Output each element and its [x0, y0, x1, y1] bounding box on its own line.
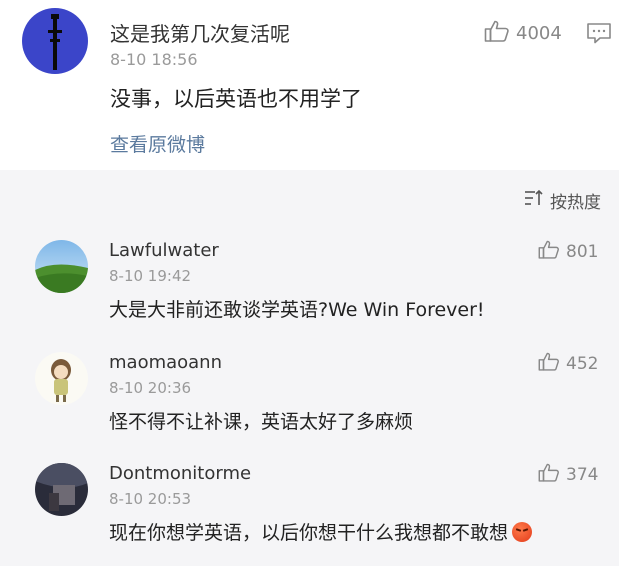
commenter-name[interactable]: Lawfulwater [109, 240, 219, 261]
view-original-link[interactable]: 查看原微博 [110, 130, 205, 157]
comment-timestamp: 8-10 20:36 [109, 379, 192, 397]
commenter-avatar[interactable] [35, 463, 88, 516]
sort-by-hot-button[interactable]: 按热度 [524, 187, 601, 213]
post-like-count: 4004 [516, 22, 562, 44]
comment-like-count: 452 [566, 354, 599, 374]
sort-label: 按热度 [550, 192, 601, 213]
comment-like-button[interactable]: 374 [538, 463, 598, 487]
commenter-avatar[interactable] [35, 240, 88, 293]
commenter-name[interactable]: Dontmonitorme [109, 463, 251, 484]
original-post: 这是我第几次复活呢 8-10 18:56 没事，以后英语也不用学了 查看原微博 … [0, 0, 619, 170]
comment-item: maomaoann 8-10 20:36 怪不得不让补课，英语太好了多麻烦 45… [0, 352, 619, 462]
comments-page: 这是我第几次复活呢 8-10 18:56 没事，以后英语也不用学了 查看原微博 … [0, 0, 619, 566]
commenter-name[interactable]: maomaoann [109, 352, 222, 373]
comment-text: 现在你想学英语，以后你想干什么我想都不敢想 [109, 518, 533, 545]
comment-like-button[interactable]: 452 [538, 352, 598, 376]
angry-face-emoji-icon [512, 522, 533, 542]
post-comment-button[interactable] [586, 21, 614, 45]
post-author-name[interactable]: 这是我第几次复活呢 [110, 18, 290, 47]
author-avatar[interactable] [22, 8, 88, 74]
comment-like-button[interactable]: 801 [538, 240, 598, 264]
comment-text: 大是大非前还敢谈学英语?We Win Forever! [109, 299, 485, 321]
comment-timestamp: 8-10 19:42 [109, 267, 192, 285]
thumbs-up-icon [538, 239, 560, 265]
comment-icon [586, 23, 612, 49]
comment-like-count: 374 [566, 465, 599, 485]
thumbs-up-icon [538, 351, 560, 377]
commenter-avatar[interactable] [35, 352, 88, 405]
thumbs-up-icon [538, 462, 560, 488]
sort-icon [524, 189, 544, 212]
comment-timestamp: 8-10 20:53 [109, 490, 192, 508]
post-like-button[interactable]: 4004 [484, 18, 562, 48]
post-timestamp: 8-10 18:56 [110, 50, 198, 69]
comment-like-count: 801 [566, 242, 599, 262]
thumbs-up-icon [484, 19, 510, 48]
comment-item: Dontmonitorme 8-10 20:53 现在你想学英语，以后你想干什么… [0, 463, 619, 566]
comment-text: 怪不得不让补课，英语太好了多麻烦 [109, 411, 414, 433]
comment-item: Lawfulwater 8-10 19:42 大是大非前还敢谈学英语?We Wi… [0, 240, 619, 350]
comment-text-body: 现在你想学英语，以后你想干什么我想都不敢想 [109, 522, 509, 544]
post-text: 没事，以后英语也不用学了 [110, 87, 362, 111]
